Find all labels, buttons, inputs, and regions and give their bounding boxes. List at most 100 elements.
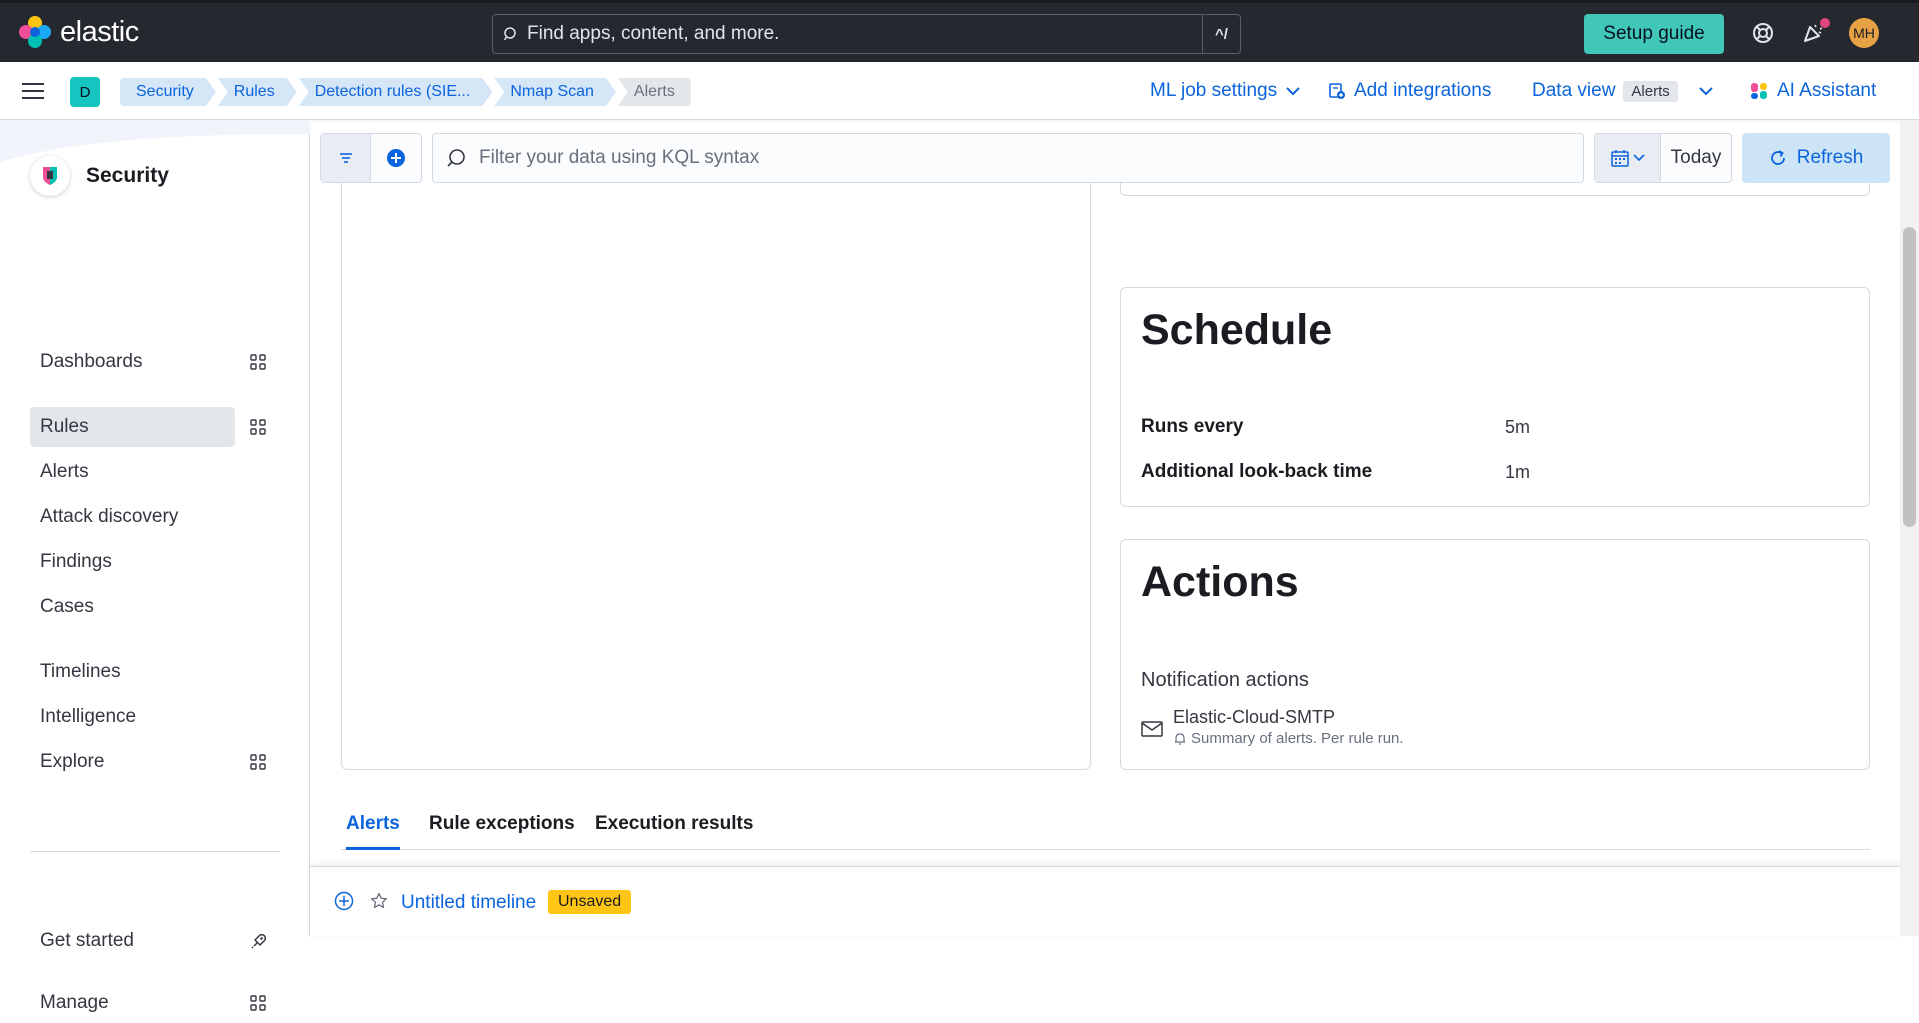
sidebar-item-rules[interactable]: Rules	[30, 407, 235, 447]
email-icon	[1141, 721, 1163, 737]
breadcrumb-security[interactable]: Security	[120, 78, 216, 106]
add-timeline-icon[interactable]	[334, 891, 354, 911]
bell-icon	[1175, 732, 1185, 745]
security-nav-label: Security	[86, 164, 169, 187]
help-icon[interactable]	[1751, 21, 1775, 45]
sidebar-item-label: Alerts	[40, 461, 89, 482]
sidebar-item-label: Cases	[40, 596, 94, 617]
chevron-down-icon	[1699, 87, 1713, 96]
sidebar-item-intelligence[interactable]: Intelligence	[30, 697, 235, 737]
tab-alerts[interactable]: Alerts	[346, 813, 400, 850]
sidebar-item-alerts[interactable]: Alerts	[30, 452, 235, 492]
security-nav-title[interactable]: Security	[30, 156, 169, 196]
menu-toggle-icon[interactable]	[22, 82, 44, 100]
sidebar-item-label: Findings	[40, 551, 112, 572]
add-integrations-label: Add integrations	[1354, 80, 1492, 101]
setup-guide-button[interactable]: Setup guide	[1584, 14, 1724, 54]
sidebar-item-manage[interactable]: Manage	[30, 983, 235, 1023]
space-avatar[interactable]: D	[70, 77, 100, 107]
ml-job-settings-label: ML job settings	[1150, 80, 1278, 101]
add-filter-button[interactable]	[371, 134, 421, 182]
sidebar-item-timelines[interactable]: Timelines	[30, 652, 235, 692]
unsaved-badge: Unsaved	[548, 890, 632, 914]
actions-title: Actions	[1141, 558, 1299, 606]
sidebar-item-dashboards[interactable]: Dashboards	[30, 342, 235, 382]
filter-icon	[339, 153, 352, 163]
star-icon[interactable]	[370, 892, 388, 910]
nav-divider	[30, 851, 280, 852]
tab-execution-results[interactable]: Execution results	[595, 813, 753, 850]
breadcrumb-detection-rules[interactable]: Detection rules (SIE...	[299, 78, 493, 106]
breadcrumb-alerts: Alerts	[617, 78, 691, 106]
chevron-down-icon	[1286, 87, 1300, 96]
kql-input[interactable]: Filter your data using KQL syntax	[479, 147, 759, 169]
rocket-icon	[251, 934, 266, 949]
notification-dot	[1820, 18, 1830, 28]
sidebar-item-get-started[interactable]: Get started	[30, 921, 235, 961]
sidebar-item-cases[interactable]: Cases	[30, 587, 235, 627]
breadcrumb-nmap-scan[interactable]: Nmap Scan	[494, 78, 616, 106]
quick-select-button[interactable]	[1595, 134, 1661, 182]
plus-circle-icon	[387, 149, 405, 167]
sidebar-item-explore[interactable]: Explore	[30, 742, 235, 782]
elastic-logo[interactable]: elastic	[18, 15, 139, 49]
rule-details-tabs: Alerts Rule exceptions Execution results	[341, 805, 1870, 850]
kql-search-field[interactable]: Filter your data using KQL syntax	[432, 133, 1584, 183]
app-grid-icon[interactable]	[250, 419, 266, 435]
connector-summary-row: Summary of alerts. Per rule run.	[1173, 730, 1404, 747]
refresh-button[interactable]: Refresh	[1742, 133, 1890, 183]
calendar-icon	[1610, 150, 1629, 167]
user-avatar[interactable]: MH	[1849, 18, 1879, 48]
global-search[interactable]: Find apps, content, and more. ^/	[492, 14, 1241, 54]
search-icon	[503, 27, 516, 41]
filter-menu-button[interactable]	[321, 134, 371, 182]
connector-summary: Summary of alerts. Per rule run.	[1191, 730, 1404, 747]
sidebar-item-label: Explore	[40, 751, 105, 772]
timeline-title[interactable]: Untitled timeline	[401, 892, 536, 914]
notification-actions-label: Notification actions	[1141, 669, 1309, 691]
breadcrumb-rules[interactable]: Rules	[218, 78, 297, 106]
page-scrollbar[interactable]	[1900, 120, 1919, 936]
refresh-label: Refresh	[1796, 147, 1864, 168]
search-input[interactable]: Find apps, content, and more.	[527, 23, 1202, 45]
data-view-badge: Alerts	[1623, 80, 1678, 102]
brand-name: elastic	[60, 15, 139, 48]
ai-assistant-button[interactable]: AI Assistant	[1749, 80, 1876, 102]
ai-assistant-label: AI Assistant	[1777, 80, 1877, 101]
runs-every-value: 5m	[1505, 417, 1531, 437]
data-view-selector[interactable]: Data view Alerts	[1532, 80, 1714, 102]
connector-item: Elastic-Cloud-SMTP Summary of alerts. Pe…	[1141, 707, 1404, 747]
ai-assistant-icon	[1751, 83, 1767, 99]
sidebar-item-label: Rules	[40, 416, 89, 437]
security-logo-icon	[30, 156, 70, 196]
add-integrations-button[interactable]: Add integrations	[1328, 80, 1491, 102]
breadcrumb-bar: D Security Rules Detection rules (SIE...…	[0, 62, 1919, 120]
top-header: elastic Find apps, content, and more. ^/…	[0, 0, 1919, 62]
scrollbar-thumb[interactable]	[1903, 227, 1916, 527]
sidebar-item-label: Get started	[40, 930, 134, 951]
search-shortcut-badge: ^/	[1202, 15, 1240, 53]
filter-bar: Filter your data using KQL syntax Today …	[320, 131, 1890, 183]
breadcrumb: Security Rules Detection rules (SIE... N…	[120, 78, 693, 106]
app-grid-icon[interactable]	[250, 754, 266, 770]
app-grid-icon[interactable]	[250, 995, 266, 1011]
sidebar-item-findings[interactable]: Findings	[30, 542, 235, 582]
timeline-bottom-bar: Untitled timeline Unsaved	[310, 866, 1900, 936]
search-icon	[447, 149, 465, 167]
elastic-logo-icon	[19, 16, 51, 48]
sidebar-item-label: Dashboards	[40, 351, 143, 372]
sidebar-item-label: Timelines	[40, 661, 121, 682]
schedule-title: Schedule	[1141, 306, 1333, 354]
actions-panel: Actions Notification actions Elastic-Clo…	[1120, 539, 1870, 770]
filter-button-group	[320, 133, 422, 183]
date-picker[interactable]: Today	[1594, 133, 1732, 183]
tab-rule-exceptions[interactable]: Rule exceptions	[429, 813, 575, 850]
data-view-label: Data view	[1532, 80, 1616, 101]
chevron-down-icon	[1632, 154, 1645, 162]
runs-every-label: Runs every	[1141, 416, 1244, 437]
date-range-label[interactable]: Today	[1661, 134, 1731, 182]
ml-job-settings-button[interactable]: ML job settings	[1150, 80, 1301, 102]
sidebar-item-attack-discovery[interactable]: Attack discovery	[30, 497, 235, 537]
app-grid-icon[interactable]	[250, 354, 266, 370]
look-back-label: Additional look-back time	[1141, 461, 1373, 482]
